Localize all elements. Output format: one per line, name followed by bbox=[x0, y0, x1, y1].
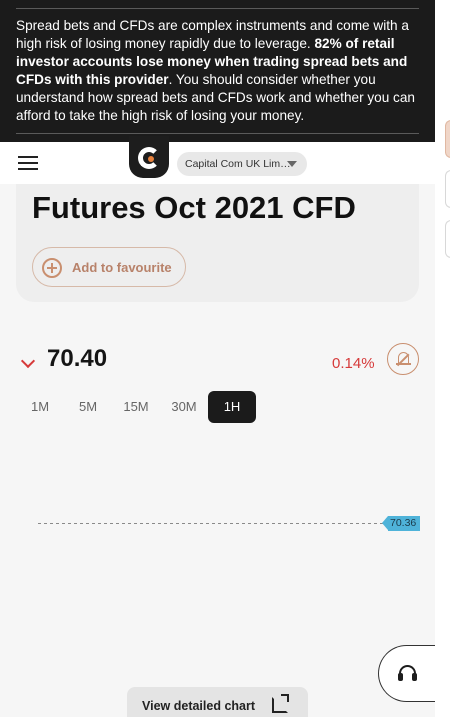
capital-com-logo[interactable] bbox=[129, 136, 169, 178]
right-edge-panel bbox=[435, 0, 450, 717]
timeframe-30m[interactable]: 30M bbox=[160, 391, 208, 423]
current-price-tag: 70.36 bbox=[382, 516, 420, 531]
risk-warning-text: Spread bets and CFDs are complex instrum… bbox=[16, 17, 420, 125]
view-detailed-chart-button[interactable]: View detailed chart bbox=[127, 687, 308, 717]
bell-off-icon[interactable] bbox=[387, 343, 419, 375]
price-change: 0.14% bbox=[332, 355, 375, 372]
side-tab-2[interactable] bbox=[445, 170, 450, 208]
hamburger-icon[interactable] bbox=[18, 156, 38, 170]
entity-selector[interactable]: Capital Com UK Lim… bbox=[177, 152, 307, 176]
banner-divider-top bbox=[16, 8, 419, 9]
support-button[interactable] bbox=[378, 645, 435, 702]
view-detailed-chart-label: View detailed chart bbox=[142, 699, 256, 713]
timeframe-15m[interactable]: 15M bbox=[112, 391, 160, 423]
plus-circle-icon bbox=[42, 258, 62, 278]
banner-divider-bottom bbox=[16, 133, 419, 134]
timeframe-5m[interactable]: 5M bbox=[64, 391, 112, 423]
side-tab-3[interactable] bbox=[445, 220, 450, 258]
timeframe-1h[interactable]: 1H bbox=[208, 391, 256, 423]
current-price: 70.40 bbox=[47, 345, 108, 372]
add-to-favourite-label: Add to favourite bbox=[72, 260, 172, 275]
add-to-favourite-button[interactable]: Add to favourite bbox=[32, 247, 186, 287]
caret-down-icon bbox=[287, 161, 297, 167]
side-tab-1[interactable] bbox=[445, 120, 450, 158]
risk-warning-banner: Spread bets and CFDs are complex instrum… bbox=[0, 0, 435, 142]
price-chart[interactable] bbox=[0, 430, 435, 630]
timeframe-1m[interactable]: 1M bbox=[16, 391, 64, 423]
main-panel: Spread bets and CFDs are complex instrum… bbox=[0, 0, 435, 717]
instrument-title: Futures Oct 2021 CFD bbox=[32, 190, 356, 225]
entity-label: Capital Com UK Lim… bbox=[185, 158, 291, 170]
